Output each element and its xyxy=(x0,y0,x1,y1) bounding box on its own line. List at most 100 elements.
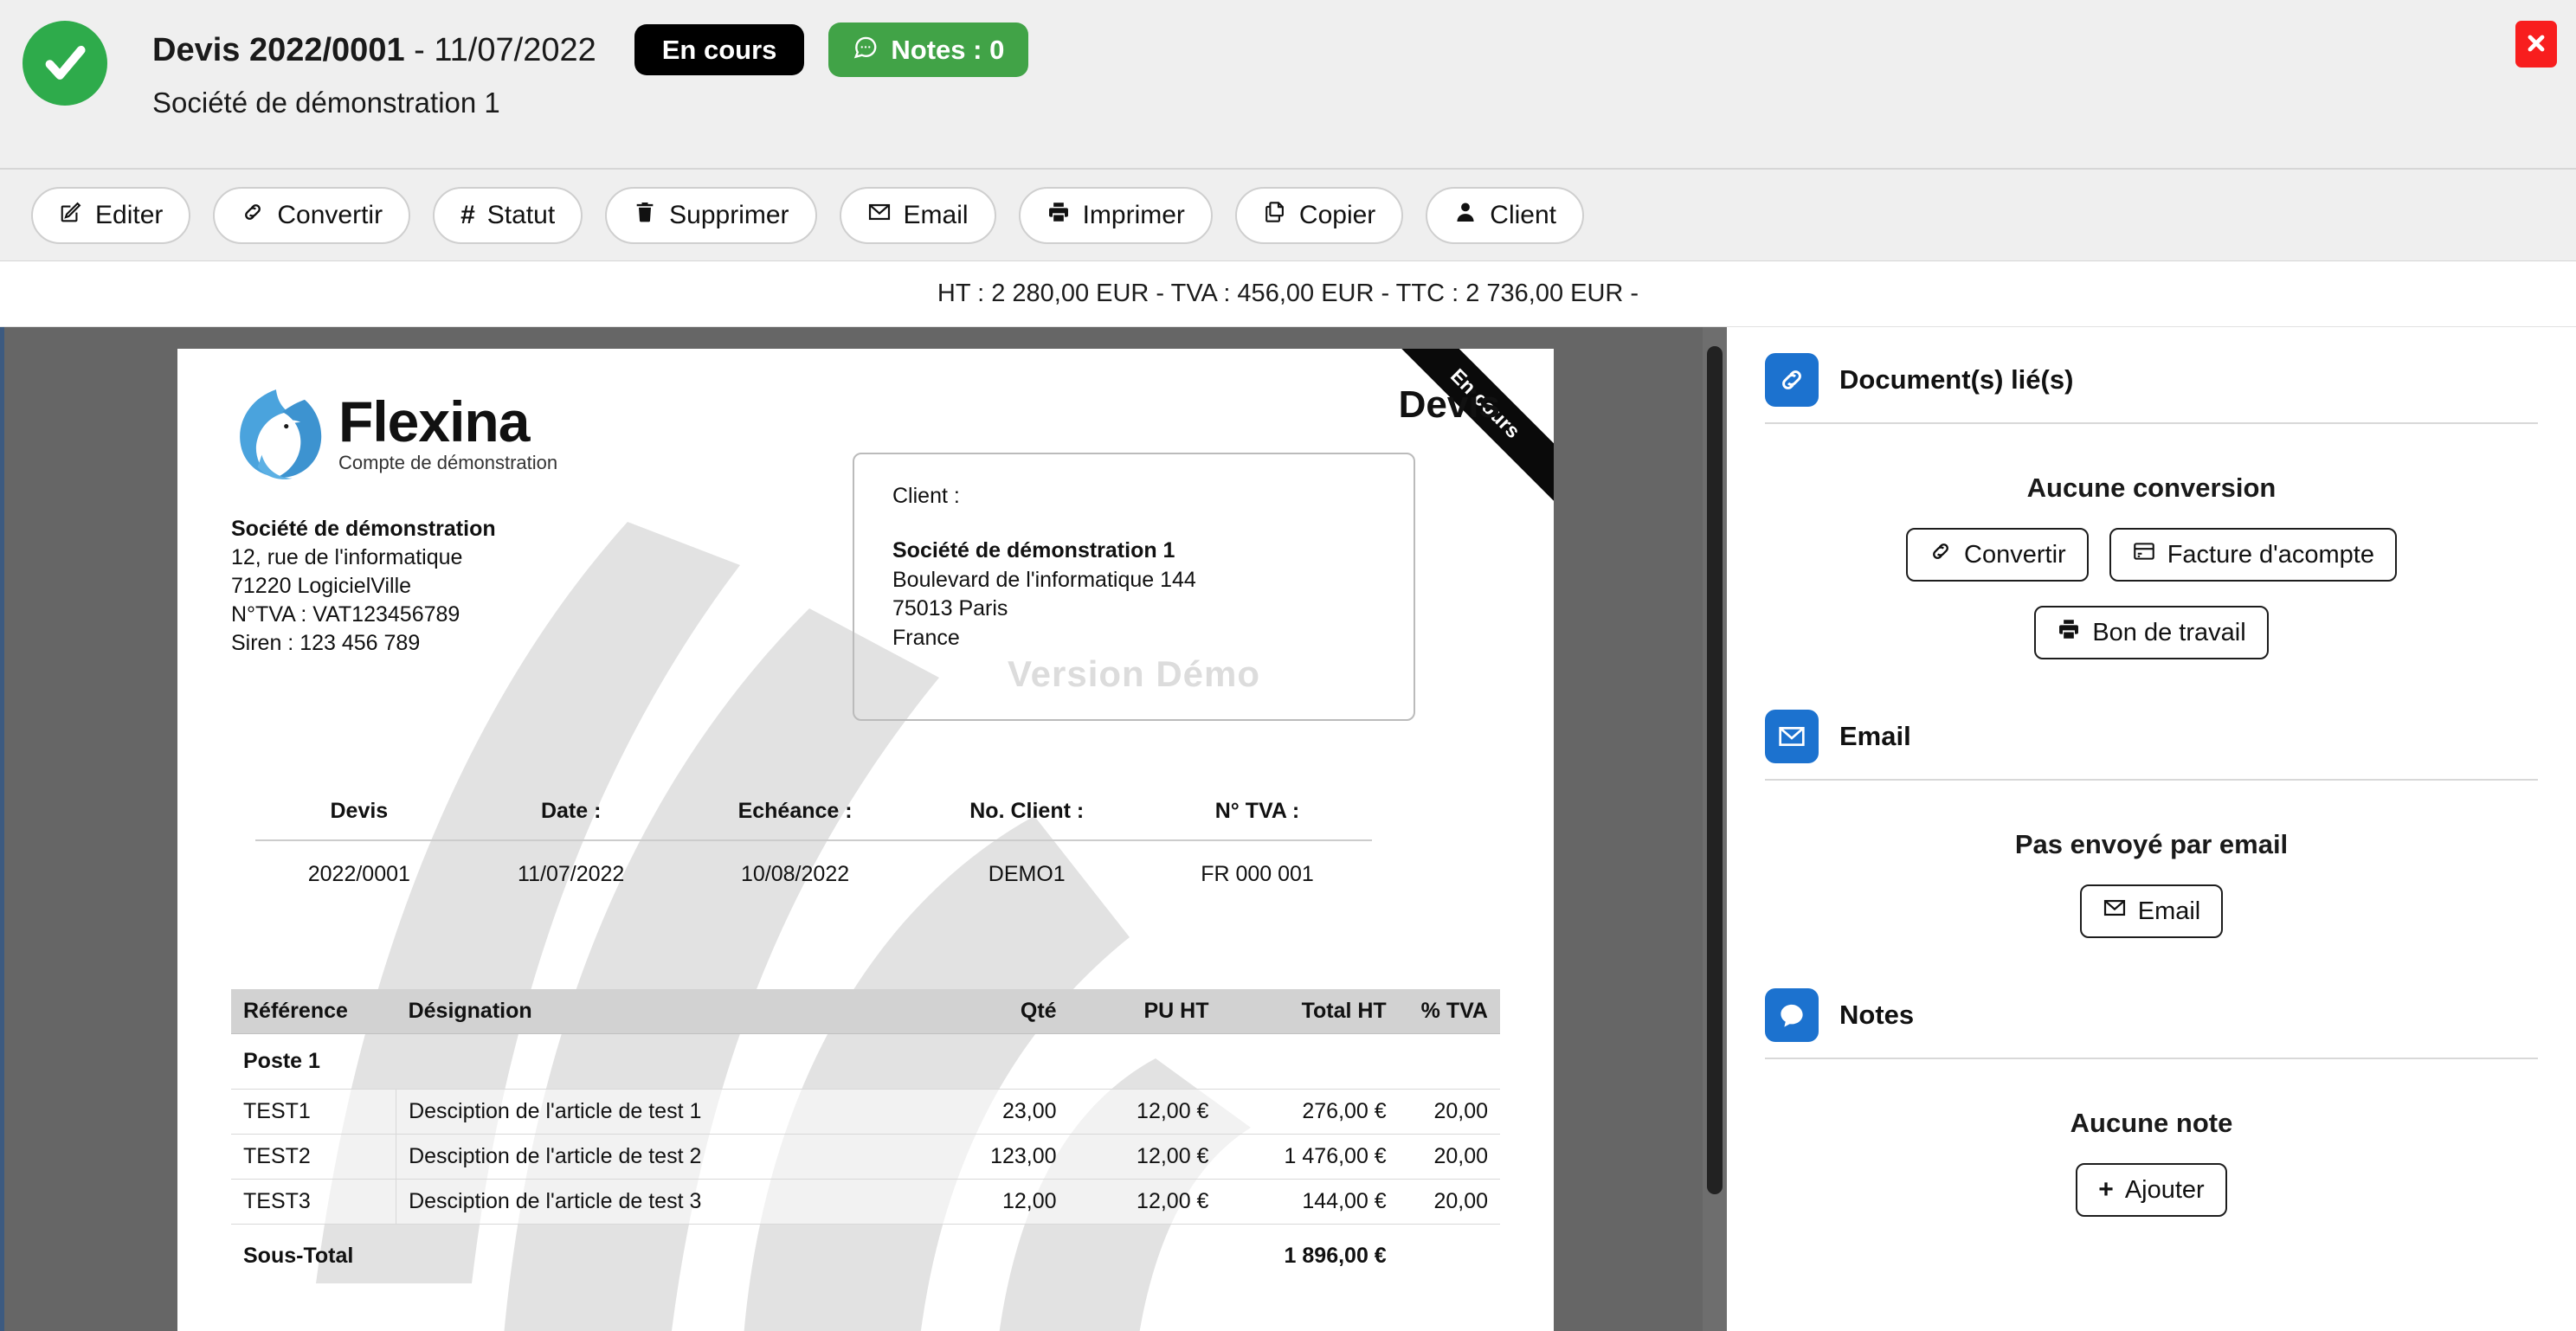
toolbar-button-editer[interactable]: Editer xyxy=(31,186,191,244)
page-title-main: Devis 2022/0001 xyxy=(152,31,405,68)
line-items-table: Référence Désignation Qté PU HT Total HT… xyxy=(231,989,1500,1331)
envelope-icon xyxy=(2103,896,2127,927)
toolbar-button-statut[interactable]: # Statut xyxy=(433,186,583,244)
line-subtotal-row: Sous-Total 1 896,00 € xyxy=(231,1225,1500,1270)
section-header: Email xyxy=(1765,710,2538,781)
document-type-title: Devis xyxy=(1398,383,1500,426)
toolbar-button-supprimer[interactable]: Supprimer xyxy=(605,186,817,244)
section-empty-state: Pas envoyé par email xyxy=(2014,829,2289,859)
document-preview-pane: En cours Devis Flexina Compte de démonst… xyxy=(0,327,1727,1331)
document-paper: En cours Devis Flexina Compte de démonst… xyxy=(177,349,1554,1331)
section-header: Notes xyxy=(1765,988,2538,1059)
info-header-cell: Date : xyxy=(462,799,679,841)
sidebar-section-email: Email Pas envoyé par email Email xyxy=(1765,710,2538,968)
client-address-box: Client : Société de démonstration 1 Boul… xyxy=(853,453,1415,721)
page-title-date: - 11/07/2022 xyxy=(404,31,596,68)
line-unit-price: 12,00 € xyxy=(1068,1134,1221,1180)
close-icon xyxy=(2525,32,2547,57)
preview-scrollbar[interactable] xyxy=(1703,327,1727,1331)
line-total: 276,00 € xyxy=(1220,1089,1399,1135)
info-value-cell: 11/07/2022 xyxy=(518,862,625,886)
bon-de-travail-button[interactable]: Bon de travail xyxy=(2034,606,2269,659)
line-ref: TEST1 xyxy=(231,1089,397,1135)
toolbar-button-copier[interactable]: Copier xyxy=(1234,186,1404,244)
hash-icon: # xyxy=(460,200,475,229)
info-value-cell: 2022/0001 xyxy=(307,862,410,886)
document-info-table: Devis Date : Echéance : No. Client : N° … xyxy=(255,799,1372,887)
info-value-cell: DEMO1 xyxy=(988,862,1066,886)
app-header: Devis 2022/0001 - 11/07/2022 En cours No… xyxy=(0,0,2576,170)
table-row: TEST2 Desciption de l'article de test 2 … xyxy=(231,1134,1500,1180)
section-empty-state: Aucune conversion xyxy=(2026,473,2277,503)
comment-icon xyxy=(1765,988,1819,1042)
section-body: Pas envoyé par email Email xyxy=(1765,781,2538,968)
link-icon xyxy=(241,200,265,231)
section-button-row: Convertir Facture d'acompte xyxy=(1765,528,2538,582)
line-total: 1 476,00 € xyxy=(1220,1134,1399,1180)
ajouter-note-button[interactable]: + Ajouter xyxy=(2076,1163,2227,1217)
toolbar-button-convertir[interactable]: Convertir xyxy=(213,186,411,244)
info-header-cell: Devis xyxy=(255,799,463,841)
preview-scrollbar-thumb[interactable] xyxy=(1707,346,1723,1194)
toolbar-button-imprimer[interactable]: Imprimer xyxy=(1018,186,1213,244)
info-header-cell: N° TVA : xyxy=(1143,799,1372,841)
logo-tagline: Compte de démonstration xyxy=(338,452,558,474)
document-sidebar: Document(s) lié(s) Aucune conversion Con… xyxy=(1727,327,2576,1331)
line-designation: Desciption de l'article de test 3 xyxy=(396,1179,930,1225)
convertir-button[interactable]: Convertir xyxy=(1906,528,2089,582)
button-label: Email xyxy=(2137,897,2201,925)
section-button-row-secondary: Bon de travail xyxy=(1765,606,2538,659)
section-title: Document(s) lié(s) xyxy=(1839,364,2074,395)
user-icon xyxy=(1453,200,1478,231)
section-body: Aucune conversion Convertir Facture d'ac… xyxy=(1765,424,2538,689)
facture-acompte-button[interactable]: Facture d'acompte xyxy=(2109,528,2397,582)
section-button-row: + Ajouter xyxy=(1765,1163,2538,1217)
toolbar-button-label: Editer xyxy=(95,200,164,229)
line-header-cell: Total HT xyxy=(1220,989,1399,1034)
line-header-cell: Désignation xyxy=(396,989,930,1034)
line-qty: 23,00 xyxy=(929,1089,1069,1135)
toolbar-button-email[interactable]: Email xyxy=(839,186,996,244)
status-badge[interactable]: En cours xyxy=(634,24,805,75)
line-unit-price: 12,00 € xyxy=(1068,1179,1221,1225)
header-company-name: Société de démonstration 1 xyxy=(152,87,500,119)
edit-icon xyxy=(59,200,83,231)
toolbar-button-label: Email xyxy=(903,200,969,229)
toolbar-button-label: Convertir xyxy=(277,200,383,229)
toolbar-button-client[interactable]: Client xyxy=(1426,186,1584,244)
button-label: Convertir xyxy=(1964,540,2066,569)
comment-icon xyxy=(853,35,879,65)
link-icon xyxy=(1765,353,1819,407)
email-button[interactable]: Email xyxy=(2079,884,2224,938)
section-body: Aucune note + Ajouter xyxy=(1765,1059,2538,1246)
plus-icon: + xyxy=(2098,1175,2114,1204)
line-header-cell: % TVA xyxy=(1398,989,1500,1034)
button-label: Facture d'acompte xyxy=(2167,540,2374,569)
totals-summary-bar: HT : 2 280,00 EUR - TVA : 456,00 EUR - T… xyxy=(0,261,2576,327)
notes-badge[interactable]: Notes : 0 xyxy=(828,23,1029,77)
document-content: Devis Flexina Compte de démonstration So… xyxy=(177,349,1554,1268)
line-group-row: Poste 1 xyxy=(231,1034,1500,1090)
line-header-cell: PU HT xyxy=(1068,989,1221,1034)
info-header-cell: Echéance : xyxy=(679,799,911,841)
line-group-label: Poste 1 xyxy=(243,1049,320,1073)
trash-icon xyxy=(633,200,657,231)
info-value-cell: FR 000 001 xyxy=(1201,862,1314,886)
sidebar-section-notes: Notes Aucune note + Ajouter xyxy=(1765,988,2538,1246)
printer-icon xyxy=(1046,200,1071,231)
close-button[interactable] xyxy=(2515,21,2557,68)
toolbar-button-label: Supprimer xyxy=(669,200,789,229)
line-header-row: Référence Désignation Qté PU HT Total HT… xyxy=(231,989,1500,1034)
toolbar-button-label: Imprimer xyxy=(1082,200,1185,229)
line-designation: Desciption de l'article de test 2 xyxy=(396,1134,930,1180)
line-header-cell: Qté xyxy=(929,989,1069,1034)
line-designation: Desciption de l'article de test 1 xyxy=(396,1089,930,1135)
toolbar-button-label: Copier xyxy=(1298,200,1376,229)
line-total: 144,00 € xyxy=(1220,1179,1399,1225)
client-address: Société de démonstration 1 Boulevard de … xyxy=(892,537,1375,653)
client-label: Client : xyxy=(892,484,960,508)
link-icon xyxy=(1929,539,1953,570)
header-title-row: Devis 2022/0001 - 11/07/2022 En cours No… xyxy=(152,23,1029,77)
demo-watermark-stamp: Version Démo xyxy=(1007,653,1261,694)
section-header: Document(s) lié(s) xyxy=(1765,353,2538,424)
